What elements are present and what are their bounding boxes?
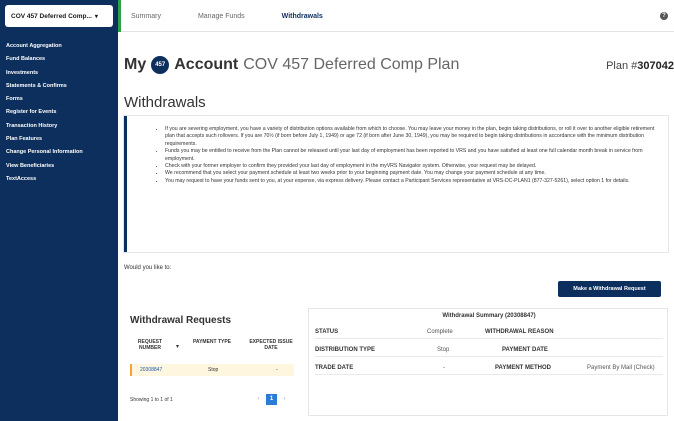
plan-selector-label: COV 457 Deferred Comp... — [11, 12, 92, 20]
summary-value: Complete — [427, 329, 453, 335]
info-bullet: Funds you may be entitled to receive fro… — [165, 148, 660, 163]
summary-key: TRADE DATE — [315, 365, 354, 371]
info-bullet: We recommend that you select your paymen… — [165, 170, 660, 177]
col-expected-issue-date[interactable]: EXPECTED ISSUE DATE — [248, 339, 294, 351]
summary-value: - — [443, 365, 445, 371]
showing-count: Showing 1 to 1 of 1 — [130, 397, 173, 403]
plan-selector-container: COV 457 Deferred Comp... ▾ — [0, 0, 118, 32]
summary-key: STATUS — [315, 329, 339, 335]
withdrawal-requests-header: REQUEST NUMBER ▾ PAYMENT TYPE EXPECTED I… — [130, 337, 294, 359]
plan-number: Plan #307042 — [606, 60, 674, 72]
pagination: ‹ 1 › — [253, 394, 290, 405]
tab-manage-funds[interactable]: Manage Funds — [198, 13, 245, 20]
question-circle-icon[interactable]: ? — [660, 12, 668, 20]
summary-key: PAYMENT METHOD — [495, 365, 552, 371]
withdrawal-requests-title: Withdrawal Requests — [130, 315, 232, 326]
plan-number-value: 307042 — [637, 60, 674, 72]
sidebar-item-investments[interactable]: Investments — [0, 67, 118, 80]
pager-page-1[interactable]: 1 — [266, 394, 277, 405]
summary-value: Stop — [437, 347, 450, 353]
main-content: My 457 Account COV 457 Deferred Comp Pla… — [118, 32, 674, 421]
col-request-number[interactable]: REQUEST NUMBER — [130, 339, 170, 351]
summary-key: PAYMENT DATE — [502, 347, 548, 353]
sidebar-item-account-aggregation[interactable]: Account Aggregation — [0, 40, 118, 53]
summary-row: STATUS Complete WITHDRAWAL REASON — [315, 325, 663, 339]
page-title: Withdrawals — [124, 94, 206, 111]
header-my: My — [124, 56, 147, 73]
sidebar-item-view-beneficiaries[interactable]: View Beneficiaries — [0, 160, 118, 173]
sidebar-item-textaccess[interactable]: TextAccess — [0, 173, 118, 186]
sort-desc-icon[interactable]: ▾ — [176, 343, 179, 350]
plan-type-badge: 457 — [151, 56, 170, 74]
sidebar-item-change-personal-info[interactable]: Change Personal Information — [0, 146, 118, 159]
summary-title: Withdrawal Summary (20308847) — [442, 313, 536, 319]
info-bullet: Check with your former employer to confi… — [165, 163, 660, 170]
sidebar-item-forms[interactable]: Forms — [0, 93, 118, 106]
summary-key: WITHDRAWAL REASON — [485, 329, 554, 335]
request-number-link[interactable]: 20308847 — [140, 367, 162, 373]
table-row[interactable]: 20308847 Stop - — [130, 364, 294, 376]
sidebar: Account Aggregation Fund Balances Invest… — [0, 32, 118, 421]
sidebar-item-plan-features[interactable]: Plan Features — [0, 133, 118, 146]
plan-number-label: Plan # — [606, 60, 638, 72]
header-account: Account — [174, 56, 239, 73]
col-payment-type[interactable]: PAYMENT TYPE — [192, 339, 232, 345]
info-bullet: If you are severing employment, you have… — [165, 126, 660, 148]
tab-summary[interactable]: Summary — [131, 13, 161, 20]
pager-prev-icon[interactable]: ‹ — [253, 394, 264, 405]
page-header: My 457 Account COV 457 Deferred Comp Pla… — [124, 56, 459, 74]
sidebar-item-transaction-history[interactable]: Transaction History — [0, 120, 118, 133]
top-bar: COV 457 Deferred Comp... ▾ Summary Manag… — [0, 0, 674, 32]
sidebar-item-register-events[interactable]: Register for Events — [0, 106, 118, 119]
info-bullet: You may request to have your funds sent … — [165, 178, 660, 185]
info-list: If you are severing employment, you have… — [165, 126, 660, 185]
plan-selector[interactable]: COV 457 Deferred Comp... ▾ — [5, 5, 113, 27]
sidebar-item-statements-confirms[interactable]: Statements & Confirms — [0, 80, 118, 93]
expected-issue-date-cell: - — [276, 367, 278, 373]
withdrawal-summary: Withdrawal Summary (20308847) STATUS Com… — [308, 308, 668, 416]
sidebar-item-fund-balances[interactable]: Fund Balances — [0, 53, 118, 66]
make-withdrawal-request-button[interactable]: Make a Withdrawal Request — [558, 281, 661, 297]
summary-row: TRADE DATE - PAYMENT METHOD Payment By M… — [315, 361, 663, 375]
caret-down-icon: ▾ — [94, 13, 98, 20]
summary-row: DISTRIBUTION TYPE Stop PAYMENT DATE — [315, 343, 663, 357]
would-you-like-label: Would you like to: — [124, 265, 172, 271]
tab-withdrawals[interactable]: Withdrawals — [282, 13, 323, 20]
summary-key: DISTRIBUTION TYPE — [315, 347, 376, 353]
header-plan-name: COV 457 Deferred Comp Plan — [243, 56, 460, 73]
withdrawal-info-box: If you are severing employment, you have… — [124, 116, 668, 252]
summary-value: Payment By Mail (Check) — [587, 365, 655, 371]
pager-next-icon[interactable]: › — [279, 394, 290, 405]
tab-bar: Summary Manage Funds Withdrawals — [118, 0, 323, 32]
payment-type-cell: Stop — [208, 367, 219, 373]
